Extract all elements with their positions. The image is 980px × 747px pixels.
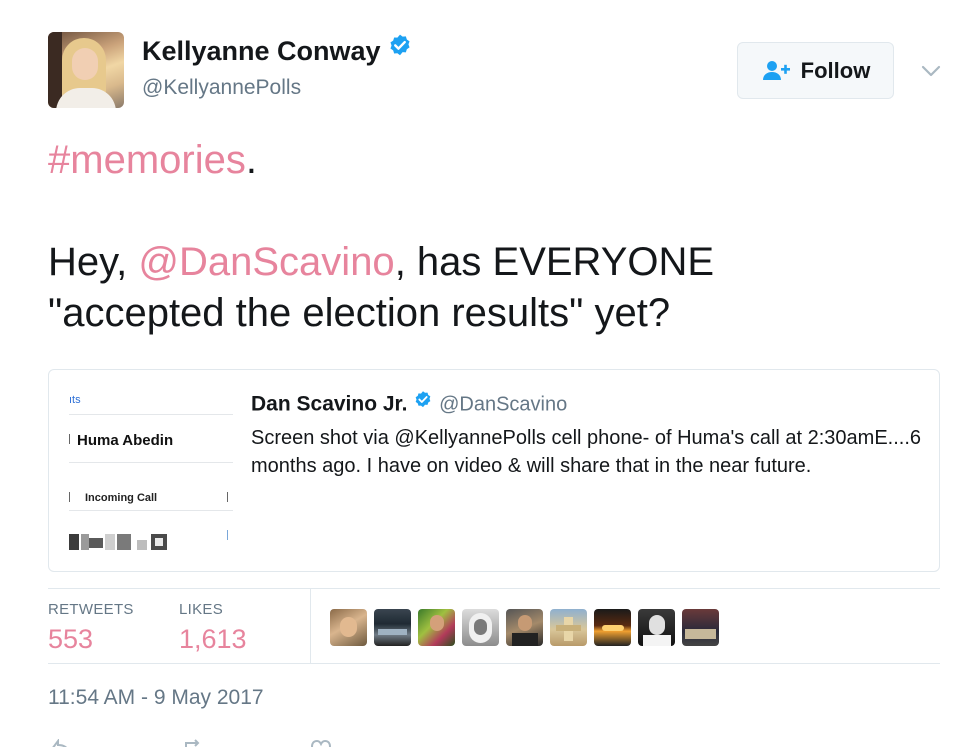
- retweets-stat[interactable]: RETWEETS 553: [48, 601, 134, 655]
- verified-badge-icon: [387, 33, 413, 66]
- likers-avatar-list: [330, 609, 719, 647]
- verified-badge-icon: [413, 390, 433, 416]
- liker-avatar[interactable]: [418, 609, 455, 646]
- author-name-row[interactable]: Kellyanne Conway: [142, 33, 413, 69]
- quoted-tweet-thumbnail: ıts Huma Abedin Incoming Call: [65, 384, 233, 560]
- retweets-label: RETWEETS: [48, 601, 134, 618]
- tweet-timestamp[interactable]: 11:54 AM - 9 May 2017: [48, 686, 264, 710]
- retweets-count: 553: [48, 624, 94, 654]
- quoted-tweet-body: Dan Scavino Jr. @DanScavino Screen shot …: [251, 390, 931, 480]
- tweet-text-segment: , has EVERYONE: [394, 240, 715, 284]
- quoted-tweet-card[interactable]: ıts Huma Abedin Incoming Call Dan Scavin…: [48, 369, 940, 572]
- liker-avatar[interactable]: [330, 609, 367, 646]
- heart-icon[interactable]: [310, 738, 331, 747]
- quoted-author-name[interactable]: Dan Scavino Jr.: [251, 393, 407, 416]
- tweet-header: Kellyanne Conway @KellyannePolls Follow: [48, 32, 948, 112]
- mention-link[interactable]: @DanScavino: [138, 240, 394, 284]
- thumbnail-header-text: ıts: [69, 394, 81, 406]
- hashtag-link[interactable]: #memories: [48, 138, 246, 182]
- follow-label: Follow: [800, 57, 871, 83]
- liker-avatar[interactable]: [374, 609, 411, 646]
- tweet-text-segment: .: [245, 138, 257, 182]
- liker-avatar[interactable]: [638, 609, 675, 646]
- stats-divider: [310, 589, 311, 664]
- thumbnail-call-label: Incoming Call: [85, 492, 158, 504]
- liker-avatar[interactable]: [594, 609, 631, 646]
- tweet-text: #memories. Hey, @DanScavino, has EVERYON…: [48, 135, 948, 339]
- tweet-stats: RETWEETS 553 LIKES 1,613: [48, 588, 940, 664]
- add-user-icon: [761, 60, 791, 82]
- chevron-down-icon[interactable]: [920, 60, 942, 82]
- quoted-author-handle[interactable]: @DanScavino: [439, 394, 567, 416]
- author-avatar[interactable]: [48, 32, 124, 108]
- likes-stat[interactable]: LIKES 1,613: [179, 601, 247, 655]
- reply-icon[interactable]: [50, 738, 70, 747]
- tweet-text-segment: "accepted the election results" yet?: [48, 291, 671, 335]
- tweet-text-segment: Hey,: [48, 240, 139, 284]
- liker-avatar[interactable]: [462, 609, 499, 646]
- likes-label: LIKES: [179, 601, 224, 618]
- likes-count: 1,613: [179, 624, 247, 654]
- author-name[interactable]: Kellyanne Conway: [142, 36, 381, 66]
- retweet-icon[interactable]: [182, 738, 202, 747]
- thumbnail-contact-name: Huma Abedin: [77, 432, 174, 449]
- author-handle[interactable]: @KellyannePolls: [142, 76, 301, 100]
- follow-button[interactable]: Follow: [737, 42, 894, 99]
- liker-avatar[interactable]: [682, 609, 719, 646]
- liker-avatar[interactable]: [550, 609, 587, 646]
- quoted-tweet-text: Screen shot via @KellyannePolls cell pho…: [251, 427, 922, 477]
- liker-avatar[interactable]: [506, 609, 543, 646]
